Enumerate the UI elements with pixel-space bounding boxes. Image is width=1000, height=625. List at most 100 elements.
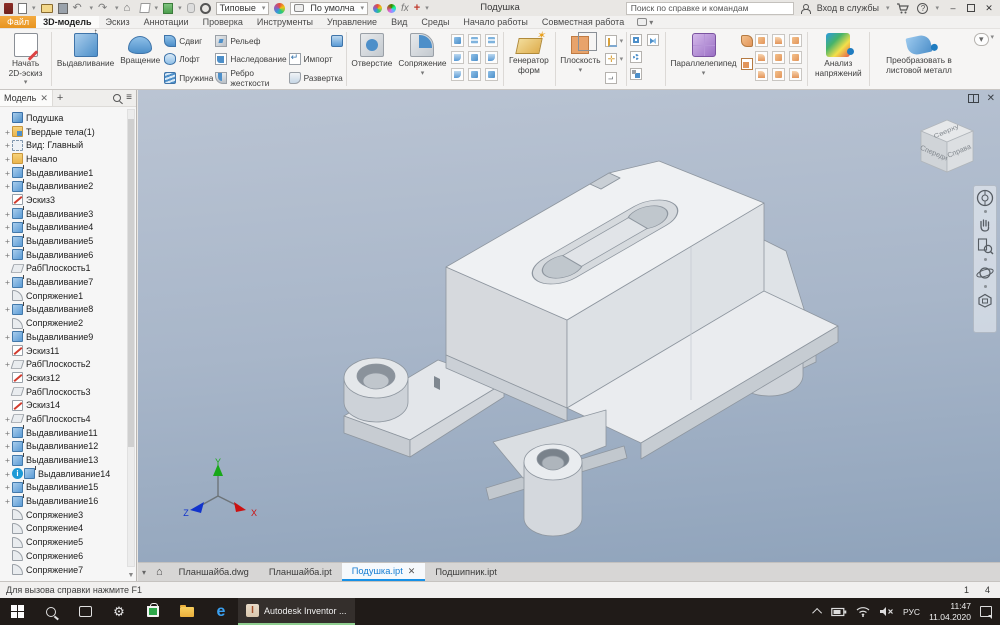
- 3d-viewport[interactable]: ✕ Сверху Спереди Справа Y X Z: [138, 90, 1000, 562]
- tree-item[interactable]: +Выдавливание3: [3, 207, 136, 221]
- sketch-pattern-icon[interactable]: [630, 68, 642, 80]
- tree-scroll-down-icon[interactable]: ▼: [127, 572, 135, 579]
- tree-item[interactable]: +Выдавливание4: [3, 221, 136, 235]
- rectangular-pattern-icon[interactable]: [630, 34, 642, 46]
- ribbon-collapse-caret[interactable]: ▾: [991, 33, 995, 41]
- tree-item[interactable]: Сопряжение6: [3, 549, 136, 563]
- tree-item[interactable]: РабПлоскость3: [3, 385, 136, 399]
- look-at-icon[interactable]: [975, 290, 995, 310]
- tree-expander-icon[interactable]: +: [3, 304, 12, 314]
- tree-expander-icon[interactable]: +: [3, 482, 12, 492]
- redo-icon[interactable]: ↷: [98, 3, 110, 14]
- point-button[interactable]: ▾: [605, 52, 624, 67]
- clear-appearance-icon[interactable]: [387, 4, 396, 13]
- emboss-button[interactable]: Рельеф: [215, 33, 286, 48]
- taskbar-app-inventor[interactable]: I Autodesk Inventor ...: [238, 598, 355, 625]
- browser-tab-close-icon[interactable]: ✕: [40, 93, 48, 104]
- document-tab[interactable]: Подушка.ipt✕: [342, 563, 426, 581]
- zoom-icon[interactable]: [975, 236, 995, 256]
- part-podushka[interactable]: [138, 90, 1000, 562]
- viewport-close-icon[interactable]: ✕: [987, 93, 995, 104]
- doctab-scroll-icon[interactable]: ▾: [138, 563, 150, 581]
- thicken-icon[interactable]: [485, 51, 498, 64]
- stitch-icon[interactable]: [755, 34, 768, 47]
- tree-expander-icon[interactable]: +: [3, 496, 12, 506]
- tree-item[interactable]: +Выдавливание6: [3, 248, 136, 262]
- style-combo[interactable]: Типовые▾: [216, 2, 270, 15]
- close-button[interactable]: ✕: [982, 3, 996, 14]
- unwrap-button[interactable]: Развертка: [289, 70, 343, 85]
- tree-item[interactable]: Сопряжение4: [3, 522, 136, 536]
- hole-button[interactable]: Отверстие: [349, 31, 394, 87]
- document-tab[interactable]: Планшайба.dwg: [169, 563, 259, 581]
- tree-item[interactable]: +Выдавливание2: [3, 179, 136, 193]
- tree-expander-icon[interactable]: +: [3, 222, 12, 232]
- ribbon-tab-5[interactable]: Проверка: [196, 16, 250, 28]
- circular-pattern-icon[interactable]: [630, 51, 642, 63]
- axis-button[interactable]: ▾: [605, 33, 624, 48]
- tree-item[interactable]: Сопряжение5: [3, 535, 136, 549]
- start-button[interactable]: [0, 598, 34, 625]
- start-2d-sketch-button[interactable]: Начать 2D-эскиз▾: [3, 31, 48, 87]
- adjust-icon[interactable]: [373, 4, 382, 13]
- patch-icon[interactable]: [772, 34, 785, 47]
- tree-scrollbar[interactable]: [127, 109, 135, 567]
- cart-icon[interactable]: [896, 3, 910, 14]
- tree-item[interactable]: Сопряжение3: [3, 508, 136, 522]
- tree-item[interactable]: +Выдавливание5: [3, 234, 136, 248]
- document-tab[interactable]: Подшипник.ipt: [425, 563, 507, 581]
- task-view-icon[interactable]: [68, 598, 102, 625]
- stress-analysis-button[interactable]: Анализ напряжений: [810, 31, 866, 87]
- file-explorer-icon[interactable]: [170, 598, 204, 625]
- rib-button[interactable]: Ребро жесткости: [215, 70, 286, 85]
- import-button[interactable]: Импорт: [289, 52, 343, 67]
- ribbon-tab-3[interactable]: Эскиз: [99, 16, 137, 28]
- minimize-button[interactable]: –: [946, 3, 960, 13]
- material-icon[interactable]: [163, 3, 173, 14]
- draft-icon[interactable]: [451, 51, 464, 64]
- tree-item[interactable]: +Выдавливание11: [3, 426, 136, 440]
- shape-generator-button[interactable]: Генератор форм: [506, 31, 551, 87]
- offset-surface-icon[interactable]: [772, 68, 785, 81]
- ruled-surface-icon[interactable]: [755, 68, 768, 81]
- orbit-icon[interactable]: [975, 263, 995, 283]
- box-primitive-button[interactable]: Параллелепипед▾: [668, 31, 738, 87]
- sign-in-label[interactable]: Вход в службы: [817, 3, 879, 13]
- tree-item[interactable]: Сопряжение1: [3, 289, 136, 303]
- tree-scrollbar-thumb[interactable]: [128, 119, 134, 447]
- edge-icon[interactable]: e: [204, 598, 238, 625]
- tree-expander-icon[interactable]: +: [3, 455, 12, 465]
- tree-expander-icon[interactable]: +: [3, 168, 12, 178]
- ribbon-tab-8[interactable]: Вид: [384, 16, 414, 28]
- sign-in-icon[interactable]: [801, 4, 810, 13]
- notification-center-icon[interactable]: [980, 606, 992, 617]
- language-indicator[interactable]: РУС: [903, 607, 920, 617]
- view-cube[interactable]: Сверху Спереди Справа: [912, 112, 982, 182]
- tree-item[interactable]: +Выдавливание12: [3, 440, 136, 454]
- mirror-icon[interactable]: [647, 34, 659, 46]
- tree-item[interactable]: Сопряжение7: [3, 563, 136, 577]
- loft-button[interactable]: Лофт: [164, 52, 213, 67]
- browser-menu-icon[interactable]: ≡: [126, 94, 132, 102]
- parameters-fx-icon[interactable]: fx: [401, 3, 409, 14]
- ribbon-tab-10[interactable]: Начало работы: [456, 16, 534, 28]
- new-file-icon[interactable]: [18, 3, 27, 14]
- ribbon-tab-4[interactable]: Аннотации: [137, 16, 196, 28]
- viewport-split-icon[interactable]: [968, 94, 979, 103]
- tree-item[interactable]: +Выдавливание7: [3, 275, 136, 289]
- document-tab-close-icon[interactable]: ✕: [408, 566, 416, 577]
- qat-overflow-caret[interactable]: ▾: [425, 4, 429, 12]
- color-wheel-icon[interactable]: [274, 3, 285, 14]
- tree-item[interactable]: +Выдавливание15: [3, 481, 136, 495]
- document-tab[interactable]: Планшайба.ipt: [259, 563, 342, 581]
- material-caret[interactable]: ▾: [178, 4, 182, 12]
- tree-item[interactable]: Эскиз3: [3, 193, 136, 207]
- ribbon-tab-2[interactable]: 3D-модель: [36, 16, 98, 28]
- tree-expander-icon[interactable]: +: [3, 250, 12, 260]
- tree-expander-icon[interactable]: +: [3, 209, 12, 219]
- measure-plus-icon[interactable]: +: [414, 2, 420, 14]
- tree-item[interactable]: +РабПлоскость2: [3, 357, 136, 371]
- tree-expander-icon[interactable]: +: [3, 428, 12, 438]
- derive-button[interactable]: Наследование: [215, 52, 286, 67]
- open-file-icon[interactable]: [41, 4, 53, 13]
